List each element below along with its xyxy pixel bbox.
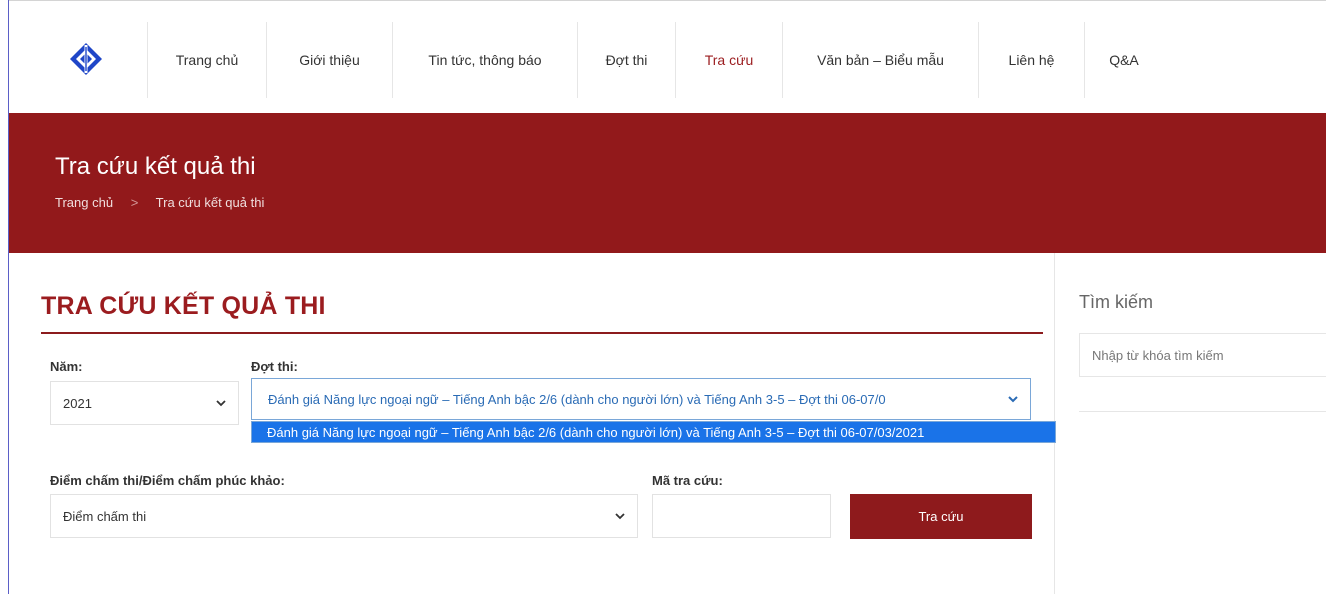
breadcrumb-home-link[interactable]: Trang chủ: [55, 195, 113, 210]
page-heading: TRA CỨU KẾT QUẢ THI: [41, 292, 326, 320]
chevron-down-icon: [615, 513, 625, 520]
nav-item-home[interactable]: Trang chủ: [148, 22, 266, 98]
nav-item-news[interactable]: Tin tức, thông báo: [393, 22, 577, 98]
breadcrumb-current: Tra cứu kết quả thi: [155, 195, 265, 210]
exam-round-option[interactable]: Đánh giá Năng lực ngoại ngữ – Tiếng Anh …: [251, 421, 1056, 443]
sidebar-search-input[interactable]: [1079, 333, 1326, 377]
lookup-code-label: Mã tra cứu:: [652, 473, 723, 488]
breadcrumb: Trang chủ > Tra cứu kết quả thi: [55, 195, 264, 210]
nav-item-about[interactable]: Giới thiệu: [267, 22, 392, 98]
exam-round-select-value: Đánh giá Năng lực ngoại ngữ – Tiếng Anh …: [268, 391, 886, 407]
exam-round-label: Đợt thi:: [251, 359, 298, 374]
score-type-select[interactable]: Điểm chấm thi: [50, 494, 638, 538]
chevron-down-icon: [216, 400, 226, 407]
page-banner: Tra cứu kết quả thi Trang chủ > Tra cứu …: [9, 113, 1326, 253]
breadcrumb-separator-icon: >: [130, 195, 139, 210]
score-type-select-value: Điểm chấm thi: [63, 508, 147, 524]
nav-item-lookup[interactable]: Tra cứu: [676, 22, 782, 98]
year-select[interactable]: 2021: [50, 381, 239, 425]
exam-round-select[interactable]: Đánh giá Năng lực ngoại ngữ – Tiếng Anh …: [251, 378, 1031, 420]
lookup-code-input[interactable]: [652, 494, 831, 538]
nav-item-exam-rounds[interactable]: Đợt thi: [578, 22, 675, 98]
sidebar-search-title: Tìm kiếm: [1079, 292, 1153, 312]
heading-underline: [41, 332, 1043, 334]
nav-item-contact[interactable]: Liên hệ: [979, 22, 1084, 98]
nav-item-documents[interactable]: Văn bản – Biểu mẫu: [783, 22, 978, 98]
year-select-value: 2021: [63, 395, 92, 411]
diamond-logo-icon[interactable]: [69, 42, 103, 76]
chevron-down-icon: [1008, 396, 1018, 403]
sidebar-divider-line: [1079, 411, 1326, 412]
nav-item-qa[interactable]: Q&A: [1085, 22, 1163, 98]
year-label: Năm:: [50, 359, 83, 374]
lookup-submit-button[interactable]: Tra cứu: [850, 494, 1032, 539]
score-type-label: Điểm chấm thi/Điểm chấm phúc khảo:: [50, 473, 285, 488]
banner-title: Tra cứu kết quả thi: [55, 153, 256, 180]
